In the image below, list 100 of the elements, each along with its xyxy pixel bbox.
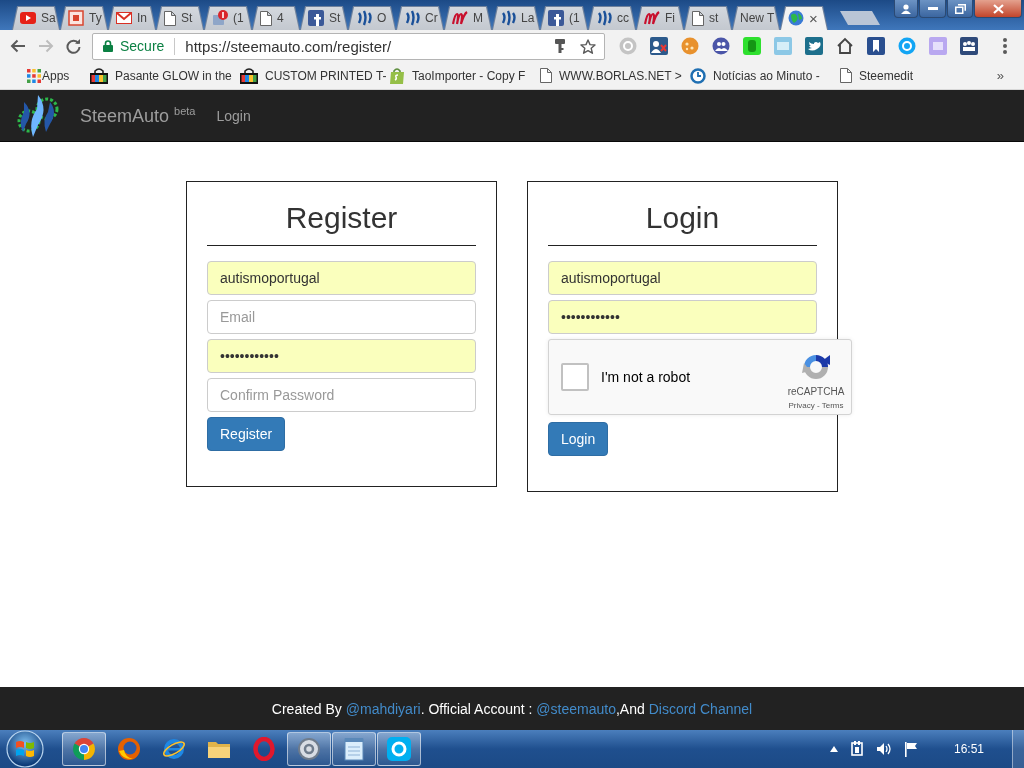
browser-tab[interactable]: × (780, 6, 828, 30)
envelope-icon (116, 12, 132, 24)
bookmark-item[interactable]: WWW.BORLAS.NET > (540, 68, 690, 83)
ring-icon (253, 737, 275, 761)
bird-tile-icon[interactable] (805, 37, 823, 55)
input-field[interactable]: •••••••••••• (548, 300, 817, 334)
browser-tab[interactable]: O (348, 6, 396, 30)
browser-tab[interactable]: 4 (252, 6, 300, 30)
browser-tab[interactable]: St (156, 6, 204, 30)
browser-tab[interactable]: cc (588, 6, 636, 30)
browser-tab[interactable]: Sa (12, 6, 60, 30)
group-icon[interactable] (712, 37, 730, 55)
clock-icon (690, 67, 706, 84)
globe-icon (788, 10, 804, 26)
show-desktop-button[interactable] (1012, 730, 1024, 768)
notepad-icon (344, 737, 364, 761)
taskbar-button[interactable] (332, 732, 376, 766)
bookmark-item[interactable]: CUSTOM PRINTED T- (240, 67, 390, 84)
minimize-icon (927, 7, 938, 10)
home-icon[interactable] (836, 37, 854, 55)
grid-icon (27, 68, 41, 83)
tile-icon (308, 10, 324, 26)
notification-icon (212, 10, 228, 26)
bag-icon (240, 67, 258, 84)
bookmark-item[interactable]: Steemedit (840, 68, 990, 83)
input-field[interactable]: autismoportugal (548, 261, 817, 295)
clipboard-icon[interactable] (849, 741, 864, 757)
page-icon (260, 10, 272, 26)
taskbar-button[interactable] (62, 732, 106, 766)
folder-icon (207, 739, 231, 759)
profile-button[interactable] (894, 0, 918, 18)
up-arrow-icon[interactable] (829, 746, 838, 752)
arcs-icon (596, 10, 612, 26)
bookmark-item[interactable]: Pasante GLOW in the (90, 67, 240, 84)
page-icon (164, 10, 176, 26)
bookmark-item[interactable]: Notícias ao Minuto - (690, 67, 840, 84)
input-field[interactable]: autismoportugal (207, 261, 476, 295)
tile-icon[interactable] (929, 37, 947, 55)
brand-link[interactable]: SteemAuto $^{beta}$ (80, 104, 196, 127)
footer-link[interactable]: @mahdiyari (345, 700, 421, 717)
bag-icon (390, 67, 405, 84)
captcha-brand: reCAPTCHA (787, 385, 845, 397)
login-button[interactable]: Login (548, 422, 609, 456)
browser-tab[interactable]: (1 (204, 6, 252, 30)
input-field[interactable]: Confirm Password (207, 378, 476, 412)
reload-icon[interactable] (66, 38, 81, 54)
square-icon (68, 10, 84, 26)
address-bar[interactable]: Secure https://steemauto.com/register/ (92, 32, 605, 60)
register-button[interactable]: Register (207, 417, 286, 451)
browser-tab[interactable]: (1 (540, 6, 588, 30)
card-title: Login (644, 200, 721, 236)
start-button[interactable] (5, 730, 45, 768)
tile-icon[interactable] (774, 37, 792, 55)
captcha-links[interactable]: Privacy - Terms (788, 400, 844, 410)
browser-tab[interactable]: st (684, 6, 732, 30)
browser-tab[interactable]: In (108, 6, 156, 30)
contact-card-icon[interactable] (650, 37, 668, 55)
bookmark-item[interactable]: Apps (27, 68, 90, 83)
key-icon[interactable] (555, 39, 565, 53)
bookmark-item[interactable]: TaoImporter - Copy F (390, 67, 540, 84)
bookmark-icon[interactable] (867, 37, 885, 55)
taskbar-button[interactable] (377, 732, 421, 766)
url-text: https://steemauto.com/register/ (185, 37, 393, 55)
maximize-button[interactable] (947, 0, 973, 18)
close-button[interactable] (974, 0, 1022, 18)
browser-tab[interactable]: St (300, 6, 348, 30)
play-icon (20, 12, 36, 24)
circle-icon[interactable] (898, 37, 916, 55)
browser-tab[interactable]: M (444, 6, 492, 30)
browser-tab[interactable]: Fi (636, 6, 684, 30)
flag-icon[interactable] (903, 741, 918, 757)
group-icon[interactable] (960, 37, 978, 55)
speaker-icon[interactable] (875, 742, 892, 756)
tile-icon (548, 10, 564, 26)
more-bookmarks-button[interactable]: » (996, 68, 1004, 83)
arcs-icon (404, 10, 420, 26)
security-label: Secure (120, 38, 165, 54)
globe-icon (117, 737, 141, 761)
menu-icon[interactable] (1003, 38, 1007, 54)
input-field[interactable]: •••••••••••• (207, 339, 476, 373)
new-tab-button[interactable] (840, 11, 880, 25)
footer-link[interactable]: @steemauto (536, 700, 616, 717)
captcha-checkbox[interactable] (561, 363, 589, 391)
footer-link[interactable]: Discord Channel (648, 700, 753, 717)
browser-tab[interactable]: Ty (60, 6, 108, 30)
nav-link[interactable]: Login (216, 107, 251, 124)
browser-tab[interactable]: New T (732, 6, 780, 30)
tile-icon[interactable] (743, 37, 761, 55)
taskbar-button[interactable] (287, 732, 331, 766)
arcs-icon (500, 10, 516, 26)
browser-tab[interactable]: La (492, 6, 540, 30)
clock-text[interactable]: 16:51 (953, 742, 984, 756)
input-field[interactable]: Email (207, 300, 476, 334)
minimize-button[interactable] (919, 0, 946, 18)
page-icon (540, 68, 552, 83)
back-icon[interactable] (10, 39, 26, 53)
star-icon[interactable] (580, 38, 596, 54)
scribble-icon (452, 11, 468, 25)
close-tab-button[interactable]: × (809, 10, 818, 26)
browser-tab[interactable]: Cr (396, 6, 444, 30)
